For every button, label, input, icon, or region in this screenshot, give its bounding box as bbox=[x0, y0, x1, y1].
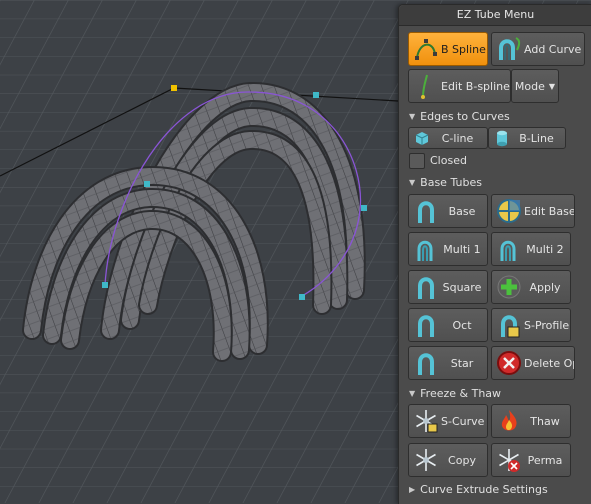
edit-bspline-label: Edit B-spline bbox=[441, 79, 510, 93]
edit-bspline-button[interactable]: Edit B-spline bbox=[408, 69, 511, 103]
cube-icon bbox=[412, 128, 432, 148]
copy-button[interactable]: Copy bbox=[408, 443, 488, 477]
snowflake-delete-icon bbox=[494, 445, 524, 475]
closed-checkbox[interactable] bbox=[409, 153, 425, 169]
apply-button[interactable]: Apply bbox=[491, 270, 571, 304]
control-point[interactable] bbox=[299, 294, 305, 300]
oct-label: Oct bbox=[452, 318, 472, 332]
oct-tube-icon bbox=[411, 310, 441, 340]
multi-2-label: Multi 2 bbox=[526, 242, 564, 256]
s-curve-button[interactable]: S-Curve bbox=[408, 404, 488, 438]
b-spline-button[interactable]: B Spline bbox=[408, 32, 488, 66]
panel-title: EZ Tube Menu bbox=[399, 5, 591, 26]
square-tube-icon bbox=[411, 272, 441, 302]
control-point[interactable] bbox=[361, 205, 367, 211]
b-line-label: B-Line bbox=[519, 131, 554, 145]
edges-to-curves-header[interactable]: ▼ Edges to Curves bbox=[409, 109, 591, 125]
b-spline-label: B Spline bbox=[441, 42, 486, 56]
bspline-tool-icon bbox=[411, 34, 441, 64]
perma-button[interactable]: Perma bbox=[491, 443, 571, 477]
control-point-selected[interactable] bbox=[171, 85, 177, 91]
closed-label: Closed bbox=[430, 154, 467, 167]
multi-1-label: Multi 1 bbox=[443, 242, 481, 256]
s-curve-label: S-Curve bbox=[441, 414, 485, 428]
curve-extrude-settings-header[interactable]: ▶ Curve Extrude Settings bbox=[409, 482, 591, 498]
edit-base-button[interactable]: Edit Base bbox=[491, 194, 575, 228]
s-profile-button[interactable]: S-Profile bbox=[491, 308, 571, 342]
s-profile-label: S-Profile bbox=[524, 318, 570, 332]
star-button[interactable]: Star bbox=[408, 346, 488, 380]
multi-tube-icon bbox=[494, 234, 524, 264]
section-expand-icon: ▼ bbox=[409, 389, 416, 398]
dropdown-arrow-icon: ▼ bbox=[548, 81, 556, 91]
delete-op-icon bbox=[494, 348, 524, 378]
base-tubes-title: Base Tubes bbox=[420, 176, 482, 189]
add-curve-icon bbox=[494, 34, 524, 64]
control-point[interactable] bbox=[102, 282, 108, 288]
control-point[interactable] bbox=[313, 92, 319, 98]
c-line-button[interactable]: C-line bbox=[408, 127, 488, 149]
mode-label: Mode bbox=[514, 79, 545, 93]
base-tubes-header[interactable]: ▼ Base Tubes bbox=[409, 175, 591, 191]
thaw-label: Thaw bbox=[530, 414, 560, 428]
multi-1-button[interactable]: Multi 1 bbox=[408, 232, 488, 266]
star-tube-icon bbox=[411, 348, 441, 378]
multi-2-button[interactable]: Multi 2 bbox=[491, 232, 571, 266]
delete-op-button[interactable]: Delete Op bbox=[491, 346, 575, 380]
apply-plus-icon bbox=[494, 272, 524, 302]
add-curve-label: Add Curve bbox=[524, 42, 582, 56]
edit-base-label: Edit Base bbox=[524, 204, 575, 218]
add-curve-button[interactable]: Add Curve bbox=[491, 32, 585, 66]
cylinder-icon bbox=[492, 128, 512, 148]
flame-icon bbox=[494, 406, 524, 436]
section-expand-icon: ▼ bbox=[409, 178, 416, 187]
star-label: Star bbox=[450, 356, 474, 370]
base-label: Base bbox=[448, 204, 476, 218]
s-profile-icon bbox=[494, 310, 524, 340]
oct-button[interactable]: Oct bbox=[408, 308, 488, 342]
section-expand-icon: ▼ bbox=[409, 112, 416, 121]
edges-to-curves-title: Edges to Curves bbox=[420, 110, 510, 123]
tube-arch-icon bbox=[411, 196, 441, 226]
freeze-thaw-title: Freeze & Thaw bbox=[420, 387, 502, 400]
mode-dropdown[interactable]: Mode ▼ bbox=[511, 69, 559, 103]
section-collapse-icon: ▶ bbox=[409, 485, 416, 494]
snowflake-icon bbox=[411, 406, 441, 436]
square-button[interactable]: Square bbox=[408, 270, 488, 304]
delete-op-label: Delete Op bbox=[524, 356, 575, 370]
edit-base-icon bbox=[494, 196, 524, 226]
apply-label: Apply bbox=[529, 280, 561, 294]
curve-extrude-settings-title: Curve Extrude Settings bbox=[420, 483, 548, 496]
b-line-button[interactable]: B-Line bbox=[488, 127, 566, 149]
square-label: Square bbox=[442, 280, 482, 294]
edit-bspline-icon bbox=[411, 71, 441, 101]
control-point[interactable] bbox=[144, 181, 150, 187]
ez-tube-menu-panel: EZ Tube Menu B Spline Add Curve Edit B-s… bbox=[398, 4, 591, 504]
perma-label: Perma bbox=[527, 453, 563, 467]
c-line-label: C-line bbox=[441, 131, 474, 145]
freeze-thaw-header[interactable]: ▼ Freeze & Thaw bbox=[409, 386, 591, 402]
base-button[interactable]: Base bbox=[408, 194, 488, 228]
snowflake-icon bbox=[411, 445, 441, 475]
copy-label: Copy bbox=[448, 453, 476, 467]
multi-tube-icon bbox=[411, 234, 441, 264]
thaw-button[interactable]: Thaw bbox=[491, 404, 571, 438]
